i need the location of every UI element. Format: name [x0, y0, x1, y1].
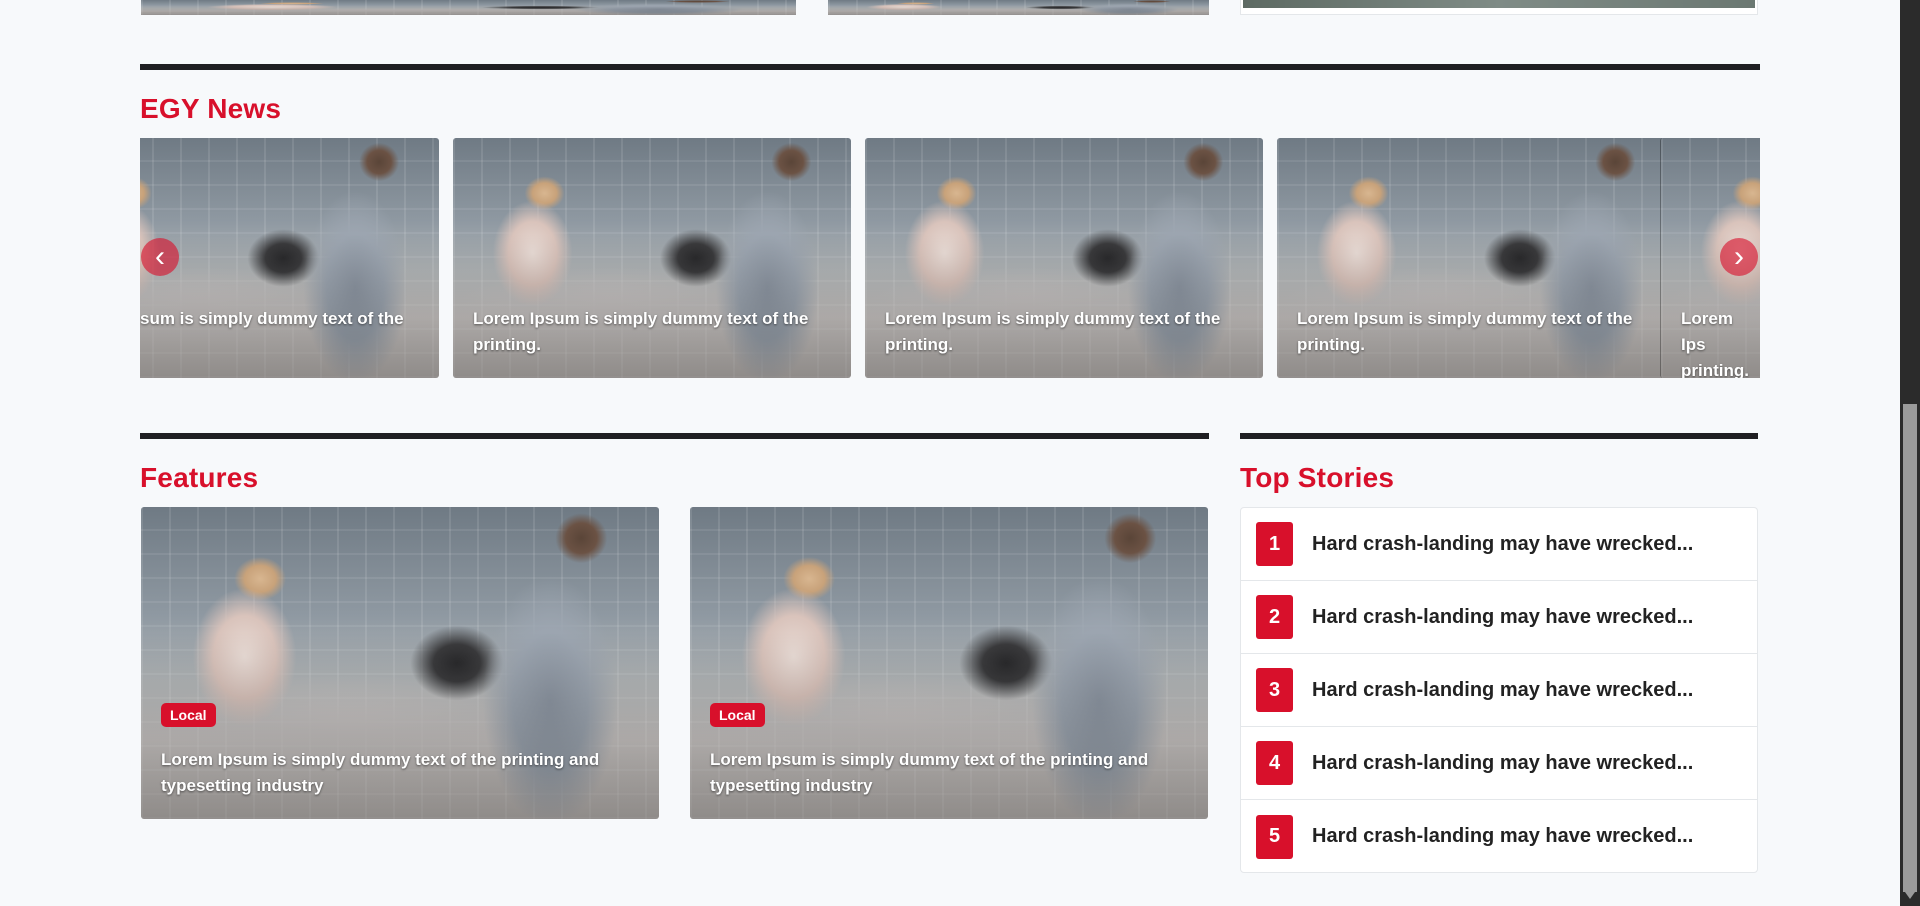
- slide-caption: Lorem Ips printing.: [1681, 309, 1749, 378]
- previous-section-card-image[interactable]: [141, 0, 796, 15]
- chevron-left-icon: ‹: [155, 240, 165, 273]
- feature-card[interactable]: Local Lorem Ipsum is simply dummy text o…: [141, 507, 659, 819]
- top-story-item[interactable]: 4 Hard crash-landing may have wrecked...: [1241, 727, 1757, 800]
- carousel-slide[interactable]: Lorem Ipsum is simply dummy text of the …: [453, 138, 851, 378]
- story-title[interactable]: Hard crash-landing may have wrecked...: [1312, 679, 1693, 702]
- story-title[interactable]: Hard crash-landing may have wrecked...: [1312, 533, 1693, 556]
- rank-badge: 2: [1256, 595, 1293, 639]
- chevron-right-icon: ›: [1734, 240, 1744, 273]
- category-badge[interactable]: Local: [710, 703, 765, 727]
- category-badge[interactable]: Local: [161, 703, 216, 727]
- previous-section-card[interactable]: [1240, 0, 1758, 15]
- top-story-item[interactable]: 3 Hard crash-landing may have wrecked...: [1241, 654, 1757, 727]
- carousel-next-button[interactable]: ›: [1720, 238, 1758, 276]
- section-title-features: Features: [140, 462, 259, 493]
- carousel-slide[interactable]: Lorem Ipsum is simply dummy text of the …: [1277, 138, 1675, 378]
- story-title[interactable]: Hard crash-landing may have wrecked...: [1312, 825, 1693, 848]
- feature-caption[interactable]: Lorem Ipsum is simply dummy text of the …: [710, 747, 1168, 799]
- rank-badge: 3: [1256, 668, 1293, 712]
- egy-news-carousel[interactable]: sum is simply dummy text of the Lorem Ip…: [140, 138, 1760, 378]
- feature-caption[interactable]: Lorem Ipsum is simply dummy text of the …: [161, 747, 619, 799]
- top-story-item[interactable]: 2 Hard crash-landing may have wrecked...: [1241, 581, 1757, 654]
- scrollbar-thumb[interactable]: [1903, 404, 1917, 892]
- feature-card[interactable]: Local Lorem Ipsum is simply dummy text o…: [690, 507, 1208, 819]
- section-divider: [1240, 433, 1758, 439]
- rank-badge: 4: [1256, 741, 1293, 785]
- top-story-item[interactable]: 1 Hard crash-landing may have wrecked...: [1241, 508, 1757, 581]
- top-story-item[interactable]: 5 Hard crash-landing may have wrecked...: [1241, 800, 1757, 873]
- section-title-egy-news: EGY News: [140, 93, 282, 124]
- slide-caption: Lorem Ipsum is simply dummy text of the …: [885, 309, 1221, 354]
- scroll-down-arrow-icon[interactable]: [1905, 892, 1915, 899]
- carousel-slide[interactable]: Lorem Ipsum is simply dummy text of the …: [865, 138, 1263, 378]
- section-title-top-stories: Top Stories: [1240, 462, 1395, 493]
- section-divider: [140, 433, 1209, 439]
- story-title[interactable]: Hard crash-landing may have wrecked...: [1312, 752, 1693, 775]
- carousel-slide[interactable]: sum is simply dummy text of the: [140, 138, 439, 378]
- rank-badge: 1: [1256, 522, 1293, 566]
- rank-badge: 5: [1256, 814, 1293, 859]
- section-divider: [140, 64, 1760, 70]
- slide-caption: Lorem Ipsum is simply dummy text of the …: [1297, 309, 1633, 354]
- story-title[interactable]: Hard crash-landing may have wrecked...: [1312, 606, 1693, 629]
- slide-caption: Lorem Ipsum is simply dummy text of the …: [473, 309, 809, 354]
- carousel-prev-button[interactable]: ‹: [141, 238, 179, 276]
- top-stories-list: 1 Hard crash-landing may have wrecked...…: [1240, 507, 1758, 873]
- news-image: [140, 138, 439, 378]
- slide-caption: sum is simply dummy text of the: [140, 309, 404, 328]
- previous-section-card-image[interactable]: [828, 0, 1209, 15]
- vertical-scrollbar[interactable]: [1900, 0, 1920, 906]
